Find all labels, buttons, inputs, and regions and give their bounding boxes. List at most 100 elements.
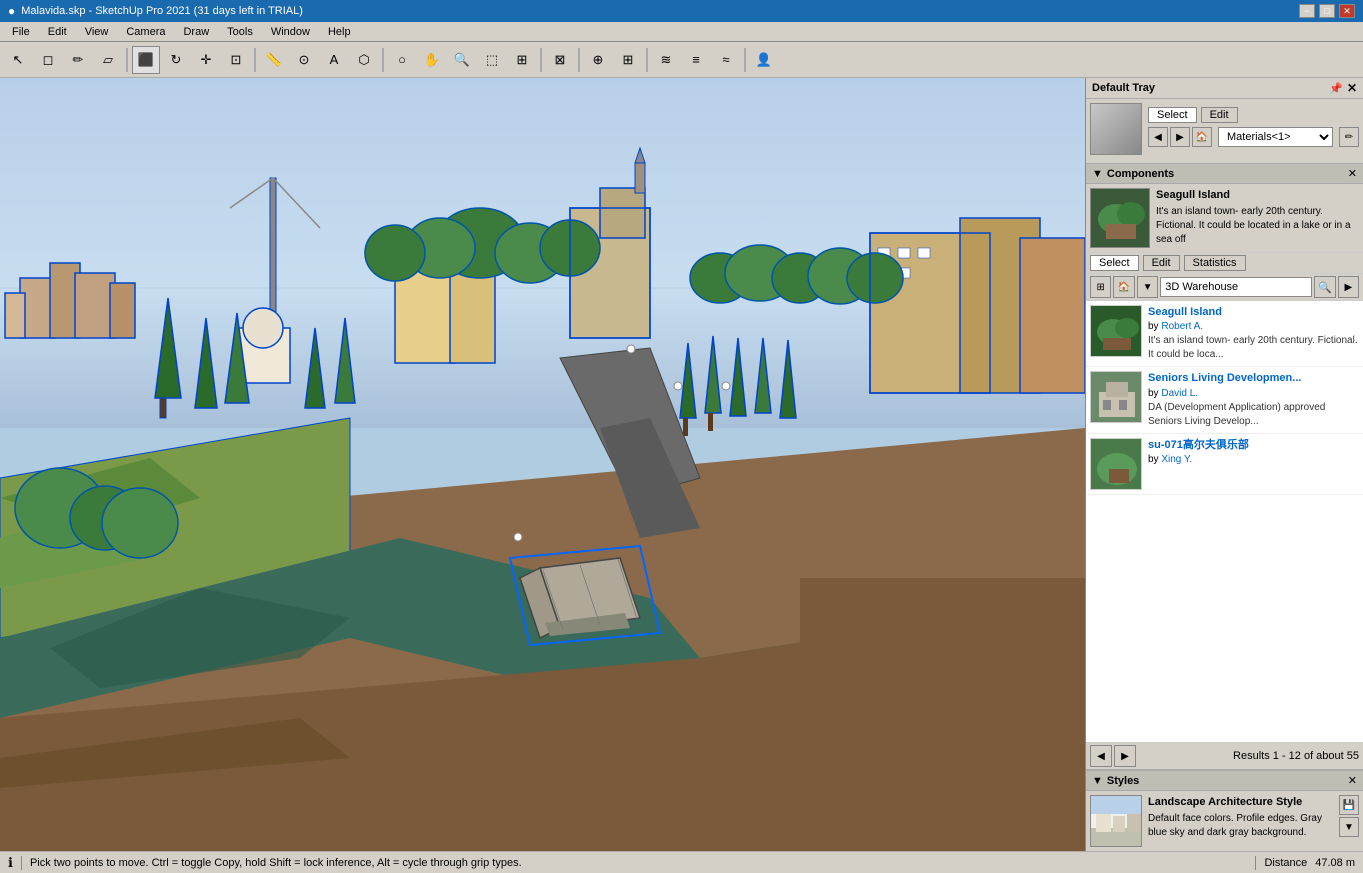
tray-header-icons: 📌 ✕ — [1329, 81, 1357, 95]
status-divider-1 — [21, 856, 22, 870]
person-tool[interactable]: 👤 — [750, 46, 778, 74]
result-item-2[interactable]: Seniors Living Developmen... by David L.… — [1086, 367, 1363, 433]
styles-collapse-icon: ▼ — [1092, 775, 1103, 787]
style-options-btn[interactable]: ▼ — [1339, 817, 1359, 837]
menu-item-help[interactable]: Help — [320, 24, 359, 40]
menu-item-window[interactable]: Window — [263, 24, 318, 40]
section-tool[interactable]: ⊠ — [546, 46, 574, 74]
result-title-2[interactable]: Seniors Living Developmen... — [1148, 371, 1359, 386]
result-thumb-2 — [1090, 371, 1142, 423]
paint-tool[interactable]: ⬡ — [350, 46, 378, 74]
sep6 — [646, 48, 648, 72]
layers-tool[interactable]: ≡ — [682, 46, 710, 74]
results-prev-btn[interactable]: ◀ — [1090, 745, 1112, 767]
shape-tool[interactable]: ▱ — [94, 46, 122, 74]
style-description: Default face colors. Profile edges. Gray… — [1148, 813, 1322, 838]
minimize-button[interactable]: − — [1299, 4, 1315, 18]
titlebar-controls[interactable]: − □ ✕ — [1299, 4, 1355, 18]
results-count: Results 1 - 12 of about 55 — [1233, 750, 1359, 762]
material-options-btn[interactable]: ✏ — [1339, 127, 1359, 147]
comp-statistics-tab[interactable]: Statistics — [1184, 255, 1246, 271]
pushpull-tool[interactable]: ⬛ — [132, 46, 160, 74]
material-edit-tab[interactable]: Edit — [1201, 107, 1238, 123]
walk-tool[interactable]: ⊕ — [584, 46, 612, 74]
material-row: ◀ ▶ 🏠 Materials<1> ✏ — [1148, 127, 1359, 147]
styles-section-header[interactable]: ▼ Styles ✕ — [1086, 771, 1363, 791]
close-button[interactable]: ✕ — [1339, 4, 1355, 18]
zoom-tool[interactable]: 🔍 — [448, 46, 476, 74]
search-options-btn[interactable]: ▶ — [1338, 276, 1359, 298]
sep7 — [744, 48, 746, 72]
components-section: ▼ Components ✕ Seagull Island — [1086, 164, 1363, 770]
breadcrumb-nav-btn[interactable]: ▼ — [1137, 276, 1158, 298]
rotate-tool[interactable]: ↻ — [162, 46, 190, 74]
component-search-input[interactable] — [1160, 277, 1312, 297]
pan-tool[interactable]: ✋ — [418, 46, 446, 74]
move-tool[interactable]: ✛ — [192, 46, 220, 74]
menu-item-draw[interactable]: Draw — [175, 24, 217, 40]
select-tool[interactable]: ↖ — [4, 46, 32, 74]
home-nav-btn[interactable]: 🏠 — [1113, 276, 1134, 298]
match-photo-tool[interactable]: ≈ — [712, 46, 740, 74]
menu-item-tools[interactable]: Tools — [219, 24, 261, 40]
toolbar: ↖ ◻ ✏ ▱ ⬛ ↻ ✛ ⊡ 📏 ⊙ A ⬡ ○ ✋ 🔍 ⬚ ⊞ ⊠ ⊕ ⊞ … — [0, 42, 1363, 78]
title-text: Malavida.skp - SketchUp Pro 2021 (31 day… — [21, 5, 303, 17]
menu-item-camera[interactable]: Camera — [118, 24, 173, 40]
results-list[interactable]: Seagull Island by Robert A. It's an isla… — [1086, 301, 1363, 742]
component-tabs: Select Edit Statistics — [1086, 253, 1363, 274]
sep2 — [254, 48, 256, 72]
menu-item-file[interactable]: File — [4, 24, 38, 40]
styles-title: Styles — [1107, 775, 1139, 787]
tape-tool[interactable]: 📏 — [260, 46, 288, 74]
result-author-1[interactable]: Robert A. — [1161, 321, 1203, 332]
material-dropdown[interactable]: Materials<1> — [1218, 127, 1333, 147]
material-back-btn[interactable]: ◀ — [1148, 127, 1168, 147]
components-tool[interactable]: ⊞ — [614, 46, 642, 74]
results-next-btn[interactable]: ▶ — [1114, 745, 1136, 767]
styles-close-icon[interactable]: ✕ — [1348, 774, 1357, 787]
distance-label: Distance — [1264, 857, 1307, 869]
fog-tool[interactable]: ≋ — [652, 46, 680, 74]
menu-item-edit[interactable]: Edit — [40, 24, 75, 40]
comp-edit-tab[interactable]: Edit — [1143, 255, 1180, 271]
tray-pin-icon[interactable]: 📌 — [1329, 82, 1343, 95]
result-info-3: su-071高尔夫俱乐部 by Xing Y. — [1148, 438, 1359, 490]
material-home-btn[interactable]: 🏠 — [1192, 127, 1212, 147]
zoom-extents-tool[interactable]: ⊞ — [508, 46, 536, 74]
viewport[interactable] — [0, 78, 1085, 851]
components-section-header[interactable]: ▼ Components ✕ — [1086, 164, 1363, 184]
grid-view-btn[interactable]: ⊞ — [1090, 276, 1111, 298]
tray-close-icon[interactable]: ✕ — [1347, 81, 1357, 95]
result-item[interactable]: Seagull Island by Robert A. It's an isla… — [1086, 301, 1363, 367]
result-title-3[interactable]: su-071高尔夫俱乐部 — [1148, 438, 1359, 453]
eraser-tool[interactable]: ◻ — [34, 46, 62, 74]
status-divider-2 — [1255, 856, 1256, 870]
search-icon-btn[interactable]: 🔍 — [1314, 276, 1335, 298]
menu-item-view[interactable]: View — [77, 24, 117, 40]
result-title-1[interactable]: Seagull Island — [1148, 305, 1359, 320]
component-description: It's an island town- early 20th century.… — [1156, 206, 1351, 245]
pencil-tool[interactable]: ✏ — [64, 46, 92, 74]
material-select-tab[interactable]: Select — [1148, 107, 1197, 123]
result-author-2[interactable]: David L. — [1161, 388, 1198, 399]
tray-header: Default Tray 📌 ✕ — [1086, 78, 1363, 99]
orbit-tool[interactable]: ○ — [388, 46, 416, 74]
style-save-btn[interactable]: 💾 — [1339, 795, 1359, 815]
scale-tool[interactable]: ⊡ — [222, 46, 250, 74]
protractor-tool[interactable]: ⊙ — [290, 46, 318, 74]
text-tool[interactable]: A — [320, 46, 348, 74]
maximize-button[interactable]: □ — [1319, 4, 1335, 18]
components-close-icon[interactable]: ✕ — [1348, 167, 1357, 180]
distance-value: 47.08 m — [1315, 857, 1355, 869]
app-icon: ● — [8, 4, 15, 18]
sep1 — [126, 48, 128, 72]
zoom-window-tool[interactable]: ⬚ — [478, 46, 506, 74]
menubar: FileEditViewCameraDrawToolsWindowHelp — [0, 22, 1363, 42]
result-author-3[interactable]: Xing Y. — [1161, 454, 1192, 465]
result-thumb-1 — [1090, 305, 1142, 357]
sep3 — [382, 48, 384, 72]
result-item-3[interactable]: su-071高尔夫俱乐部 by Xing Y. — [1086, 434, 1363, 495]
material-forward-btn[interactable]: ▶ — [1170, 127, 1190, 147]
comp-select-tab[interactable]: Select — [1090, 255, 1139, 271]
component-desc: Seagull Island It's an island town- earl… — [1156, 188, 1359, 248]
